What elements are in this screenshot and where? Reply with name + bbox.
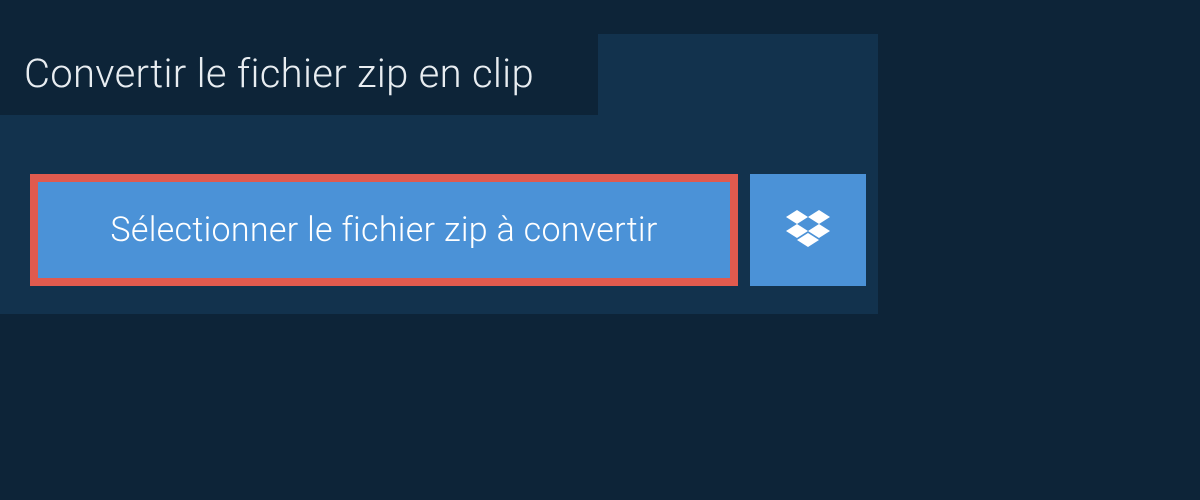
action-row: Sélectionner le fichier zip à convertir (30, 174, 866, 286)
dropbox-button[interactable] (750, 174, 866, 286)
select-file-button[interactable]: Sélectionner le fichier zip à convertir (30, 174, 738, 286)
page-title-container: Convertir le fichier zip en clip (0, 34, 598, 115)
page-title: Convertir le fichier zip en clip (24, 50, 566, 97)
dropbox-icon (786, 210, 830, 250)
select-file-label: Sélectionner le fichier zip à convertir (110, 210, 657, 250)
